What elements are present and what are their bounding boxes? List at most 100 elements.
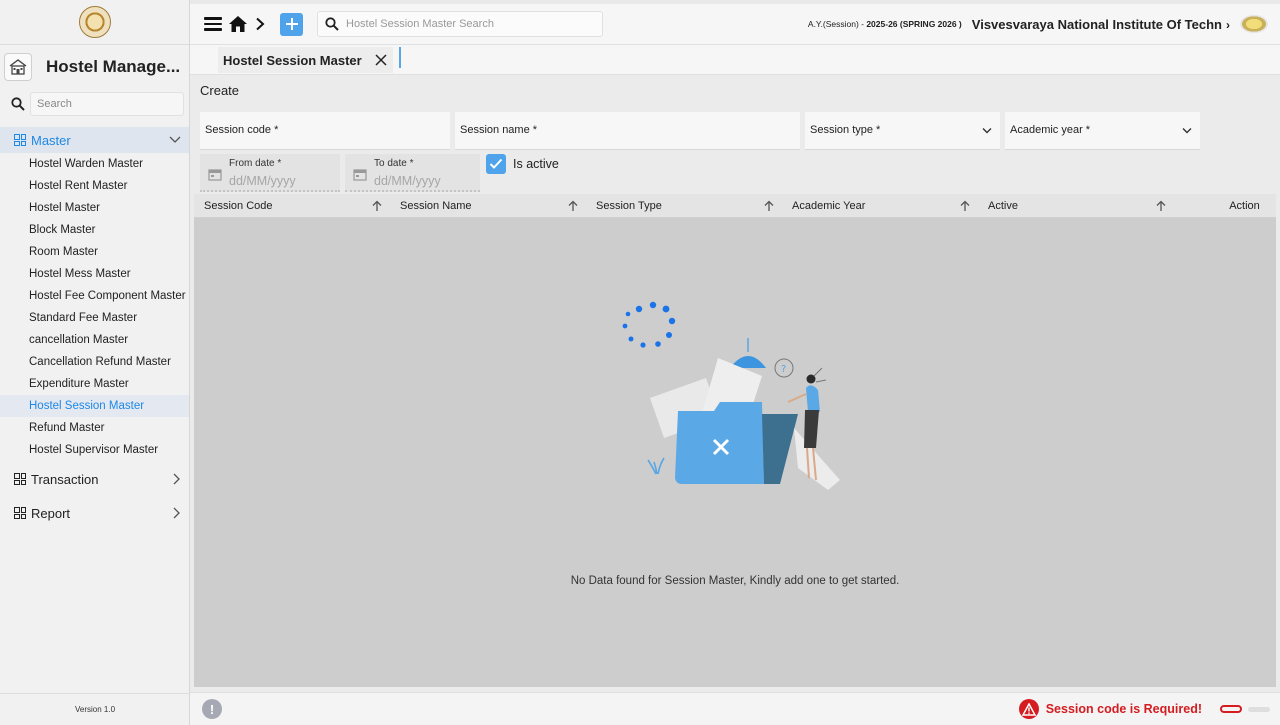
search-icon [6, 97, 30, 111]
session-code-label: Session code * [205, 124, 279, 136]
is-active-row: Is active [197, 150, 597, 180]
sort-arrow-up-icon[interactable] [763, 200, 775, 212]
chevron-down-icon [169, 136, 181, 143]
session-code-field[interactable]: Session code * [200, 112, 450, 150]
column-label: Session Code [204, 199, 273, 212]
info-icon[interactable]: ! [202, 699, 222, 719]
session-type-select[interactable]: Session type * [805, 112, 1000, 150]
nav-report-label: Report [31, 505, 71, 521]
tab-label: Hostel Session Master [223, 52, 362, 68]
nav-group-master: Master Hostel Warden Master Hostel Rent … [0, 127, 189, 461]
empty-state-illustration: ? [622, 301, 840, 490]
column-action: Action [1174, 194, 1276, 217]
institute-selector[interactable]: Visvesvaraya National Institute Of Techn… [972, 17, 1230, 32]
form-title: Create [200, 83, 240, 98]
academic-session-indicator[interactable]: A.Y.(Session) - 2025-26 (SPRING 2026 ) [808, 19, 962, 29]
session-name-label: Session name * [460, 124, 538, 136]
sidebar-item-standard-fee-master[interactable]: Standard Fee Master [0, 307, 189, 329]
app-header: Hostel Manage... [0, 45, 189, 89]
sidebar-item-hostel-supervisor-master[interactable]: Hostel Supervisor Master [0, 439, 189, 461]
chevron-right-icon [256, 17, 265, 31]
sidebar-item-block-master[interactable]: Block Master [0, 219, 189, 241]
sort-arrow-up-icon[interactable] [959, 200, 971, 212]
column-session-name[interactable]: Session Name [390, 194, 586, 217]
chevron-down-icon [1182, 128, 1192, 134]
session-value: 2025-26 (SPRING 2026 ) [866, 19, 962, 29]
nav-report[interactable]: Report [0, 497, 189, 529]
column-label: Session Name [400, 199, 472, 212]
search-icon [318, 17, 346, 31]
app-title: Hostel Manage... [46, 57, 181, 76]
error-toggle[interactable] [1220, 705, 1242, 713]
version-label: Version 1.0 [0, 693, 190, 725]
sidebar-item-cancellation-refund-master[interactable]: Cancellation Refund Master [0, 351, 189, 373]
status-bar: ! Session code is Required! [190, 692, 1280, 725]
column-label: Action [1229, 199, 1260, 212]
chevron-right-icon [173, 507, 180, 519]
is-active-label: Is active [513, 157, 559, 171]
academic-year-select[interactable]: Academic year * [1005, 112, 1200, 150]
column-label: Active [988, 199, 1018, 212]
dashboard-grid-icon [14, 473, 26, 485]
academic-year-label: Academic year * [1010, 124, 1091, 136]
table-header: Session Code Session Name Session Type A… [194, 194, 1276, 218]
top-search-input[interactable] [346, 13, 602, 35]
hostel-building-icon[interactable] [4, 53, 32, 81]
institute-logo [78, 6, 111, 38]
sort-arrow-up-icon[interactable] [371, 200, 383, 212]
error-message: Session code is Required! [1045, 702, 1202, 716]
sidebar: Hostel Manage... Master Hostel Warden Ma… [0, 0, 190, 725]
sidebar-search-input[interactable] [30, 92, 184, 116]
column-active[interactable]: Active [978, 194, 1174, 217]
status-toggle[interactable] [1248, 706, 1270, 712]
tab-indicator [399, 47, 401, 68]
nav-transaction-label: Transaction [31, 471, 99, 487]
home-icon[interactable] [228, 15, 248, 33]
nav-master[interactable]: Master [0, 127, 189, 153]
svg-text:?: ? [781, 364, 786, 375]
warning-icon [1018, 699, 1039, 719]
session-type-label: Session type * [810, 124, 881, 136]
plus-icon [285, 18, 298, 30]
sidebar-item-room-master[interactable]: Room Master [0, 241, 189, 263]
sidebar-item-hostel-fee-component-master[interactable]: Hostel Fee Component Master [0, 285, 189, 307]
chevron-down-icon [982, 128, 992, 134]
add-button[interactable] [280, 12, 303, 36]
sidebar-item-expenditure-master[interactable]: Expenditure Master [0, 373, 189, 395]
institute-name: Visvesvaraya National Institute Of Techn [971, 16, 1222, 32]
session-prefix: A.Y.(Session) - [807, 19, 867, 29]
create-form: Session code * Session name * Session ty… [197, 106, 1275, 194]
sidebar-item-hostel-warden-master[interactable]: Hostel Warden Master [0, 153, 189, 175]
sidebar-item-hostel-rent-master[interactable]: Hostel Rent Master [0, 175, 189, 197]
sidebar-search [6, 91, 184, 117]
sidebar-item-hostel-mess-master[interactable]: Hostel Mess Master [0, 263, 189, 285]
sidebar-item-refund-master[interactable]: Refund Master [0, 417, 189, 439]
tab-bar: Hostel Session Master [190, 45, 1280, 75]
logo-area [0, 0, 189, 45]
empty-state-message: No Data found for Session Master, Kindly… [570, 575, 900, 587]
chevron-right-icon [173, 473, 180, 485]
nav-transaction[interactable]: Transaction [0, 463, 189, 495]
is-active-checkbox[interactable] [486, 154, 506, 174]
column-session-type[interactable]: Session Type [586, 194, 782, 217]
tab-hostel-session-master[interactable]: Hostel Session Master [218, 47, 393, 73]
session-name-field[interactable]: Session name * [455, 112, 800, 150]
main-content: Create Session code * Session name * Ses… [190, 75, 1280, 692]
top-bar: A.Y.(Session) - 2025-26 (SPRING 2026 ) V… [190, 0, 1280, 45]
dashboard-grid-icon [14, 507, 26, 519]
column-academic-year[interactable]: Academic Year [782, 194, 978, 217]
user-avatar[interactable] [1240, 15, 1268, 33]
sort-arrow-up-icon[interactable] [567, 200, 579, 212]
column-label: Session Type [596, 199, 662, 212]
column-session-code[interactable]: Session Code [194, 194, 390, 217]
sidebar-item-hostel-master[interactable]: Hostel Master [0, 197, 189, 219]
top-search [317, 11, 603, 37]
column-label: Academic Year [792, 199, 866, 212]
chevron-right-icon: › [1226, 17, 1230, 32]
sidebar-item-hostel-session-master[interactable]: Hostel Session Master [0, 395, 189, 417]
sidebar-item-cancellation-master[interactable]: cancellation Master [0, 329, 189, 351]
hamburger-menu-icon[interactable] [204, 17, 222, 31]
close-icon[interactable] [374, 53, 388, 67]
sort-arrow-up-icon[interactable] [1155, 200, 1167, 212]
loading-spinner-icon [622, 301, 676, 348]
